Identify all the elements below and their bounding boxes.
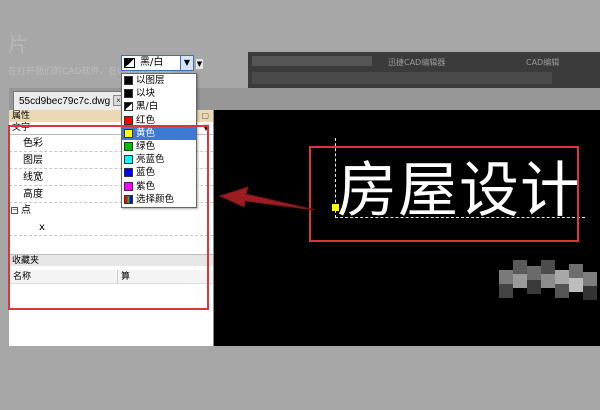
color-option-label: 黑/白 [136,101,159,113]
background-ribbon [252,72,552,84]
chevron-down-icon[interactable]: ▼ [180,56,193,70]
background-toolbar-icons [252,56,372,66]
document-tab[interactable]: 55cd9bec79c7c.dwg × [13,91,129,110]
annotation-arrow-icon [218,186,316,211]
background-app-title: 迅捷CAD编辑器 [388,58,446,67]
background-app-toolbar: 迅捷CAD编辑器 CAD编辑 [248,52,600,88]
background-app-right: CAD编辑 [526,58,560,67]
color-option-label: 红色 [136,114,156,126]
color-swatch [124,58,135,68]
color-swatch [124,115,133,125]
annotation-box-panel [8,125,209,310]
document-tab-label: 55cd9bec79c7c.dwg [19,95,111,107]
document-tab-bar: 55cd9bec79c7c.dwg × [9,88,600,110]
color-option-label: 以块 [136,88,156,100]
color-swatch [124,102,133,112]
color-option-label: 以图层 [136,75,165,86]
background-heading: 片 [8,32,28,56]
color-swatch [124,89,133,99]
annotation-box-text [309,146,579,242]
color-option[interactable]: 黑/白 [122,100,196,113]
color-swatch [124,76,133,85]
color-option[interactable]: 以块 [122,87,196,100]
pixelated-watermark [499,260,600,320]
color-combobox-value: 黑/白 [140,57,164,68]
pin-icon[interactable]: ▢ [201,110,209,122]
chevron-down-icon[interactable]: ▼ [195,58,204,70]
properties-title: 属性 [12,111,31,121]
color-combobox[interactable]: 黑/白 ▼ [121,55,194,71]
color-option[interactable]: 以图层 [122,74,196,87]
